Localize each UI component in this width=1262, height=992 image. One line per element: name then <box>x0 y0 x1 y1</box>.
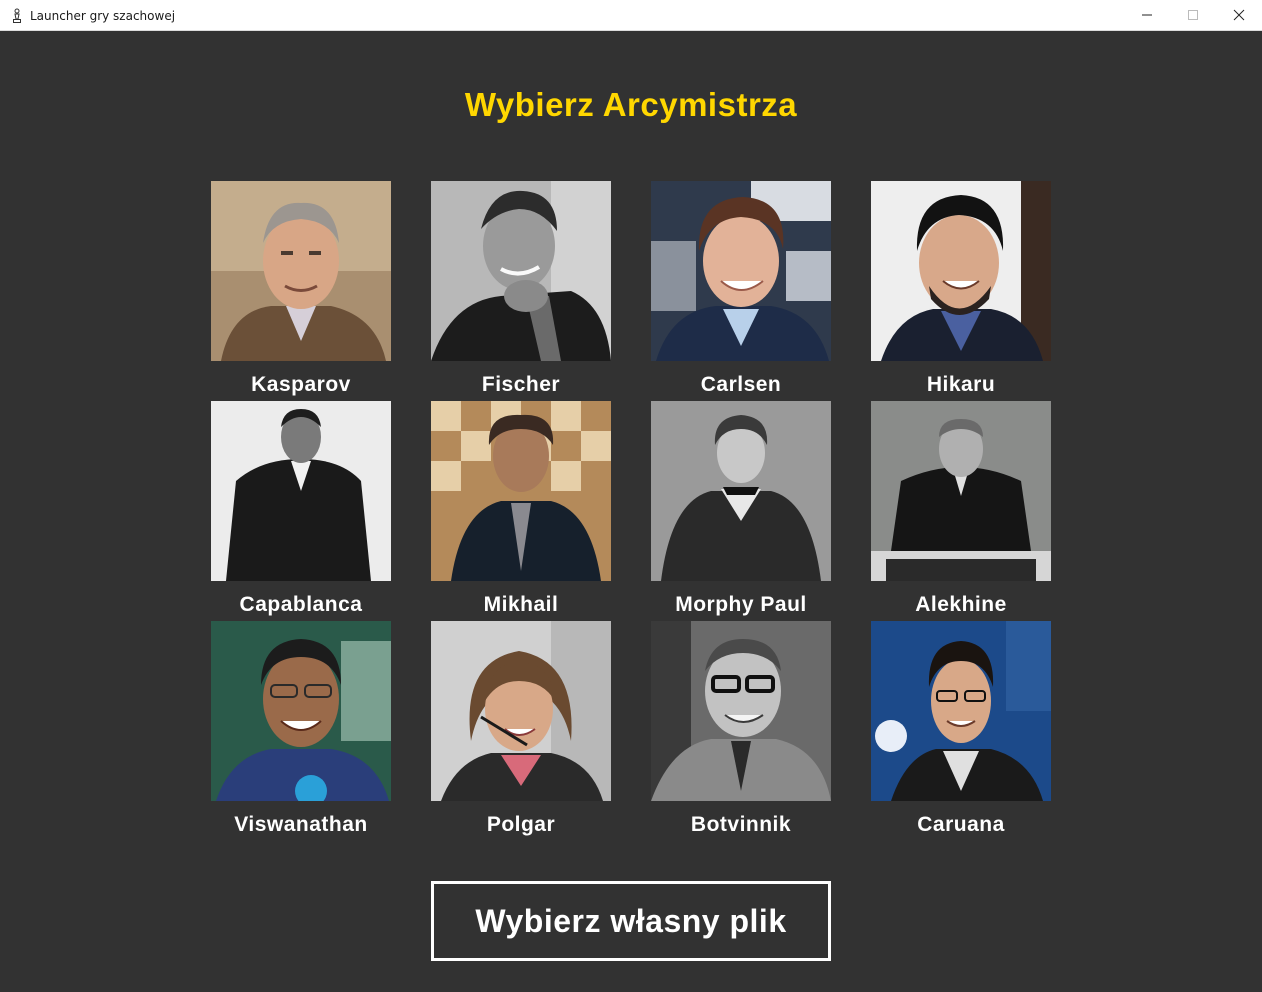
chess-pawn-icon <box>13 8 21 23</box>
grandmaster-card-botvinnik[interactable]: Botvinnik <box>651 621 831 837</box>
grandmaster-name: Kasparov <box>251 373 351 396</box>
grandmaster-name: Viswanathan <box>234 813 368 836</box>
grandmaster-name: Mikhail <box>483 593 559 616</box>
grandmaster-card-hikaru[interactable]: Hikaru <box>871 181 1051 397</box>
grandmaster-name: Botvinnik <box>690 813 792 836</box>
grandmaster-name: Fischer <box>481 373 561 396</box>
mikhail-portrait[interactable] <box>431 401 611 581</box>
maximize-icon <box>1188 10 1198 20</box>
minimize-button[interactable] <box>1124 0 1170 30</box>
grandmaster-name: Alekhine <box>915 593 1007 616</box>
grandmaster-name: Polgar <box>486 813 556 836</box>
grandmaster-name: Morphy Paul <box>675 593 807 616</box>
page-title: Wybierz Arcymistrza <box>464 86 798 123</box>
launcher-window: Launcher gry szachowej Wybierz Arcymistr… <box>0 0 1262 992</box>
hikaru-portrait[interactable] <box>871 181 1051 361</box>
choose-own-file-button[interactable]: Wybierz własny plik <box>431 881 831 961</box>
grandmaster-card-morphy-paul[interactable]: Morphy Paul <box>651 401 831 617</box>
maximize-button[interactable] <box>1170 0 1216 30</box>
kasparov-portrait[interactable] <box>211 181 391 361</box>
viswanathan-portrait[interactable] <box>211 621 391 801</box>
minimize-icon <box>1142 14 1152 16</box>
caruana-portrait[interactable] <box>871 621 1051 801</box>
polgar-portrait[interactable] <box>431 621 611 801</box>
grandmaster-card-viswanathan[interactable]: Viswanathan <box>211 621 391 837</box>
grandmaster-card-polgar[interactable]: Polgar <box>431 621 611 837</box>
grandmaster-name: Caruana <box>917 813 1005 836</box>
grandmaster-name: Hikaru <box>926 373 996 396</box>
grandmaster-card-capablanca[interactable]: Capablanca <box>211 401 391 617</box>
title-bar[interactable]: Launcher gry szachowej <box>0 0 1262 31</box>
grandmaster-card-carlsen[interactable]: Carlsen <box>651 181 831 397</box>
grandmaster-card-caruana[interactable]: Caruana <box>871 621 1051 837</box>
grandmaster-name: Carlsen <box>700 373 782 396</box>
capablanca-portrait[interactable] <box>211 401 391 581</box>
grandmaster-card-mikhail[interactable]: Mikhail <box>431 401 611 617</box>
close-button[interactable] <box>1216 0 1262 30</box>
fischer-portrait[interactable] <box>431 181 611 361</box>
morphy-paul-portrait[interactable] <box>651 401 831 581</box>
botvinnik-portrait[interactable] <box>651 621 831 801</box>
grandmaster-name: Capablanca <box>239 593 363 616</box>
carlsen-portrait[interactable] <box>651 181 831 361</box>
grandmaster-card-fischer[interactable]: Fischer <box>431 181 611 397</box>
close-icon <box>1233 9 1245 21</box>
alekhine-portrait[interactable] <box>871 401 1051 581</box>
grandmaster-card-kasparov[interactable]: Kasparov <box>211 181 391 397</box>
grandmaster-card-alekhine[interactable]: Alekhine <box>871 401 1051 617</box>
window-title: Launcher gry szachowej <box>30 9 176 23</box>
